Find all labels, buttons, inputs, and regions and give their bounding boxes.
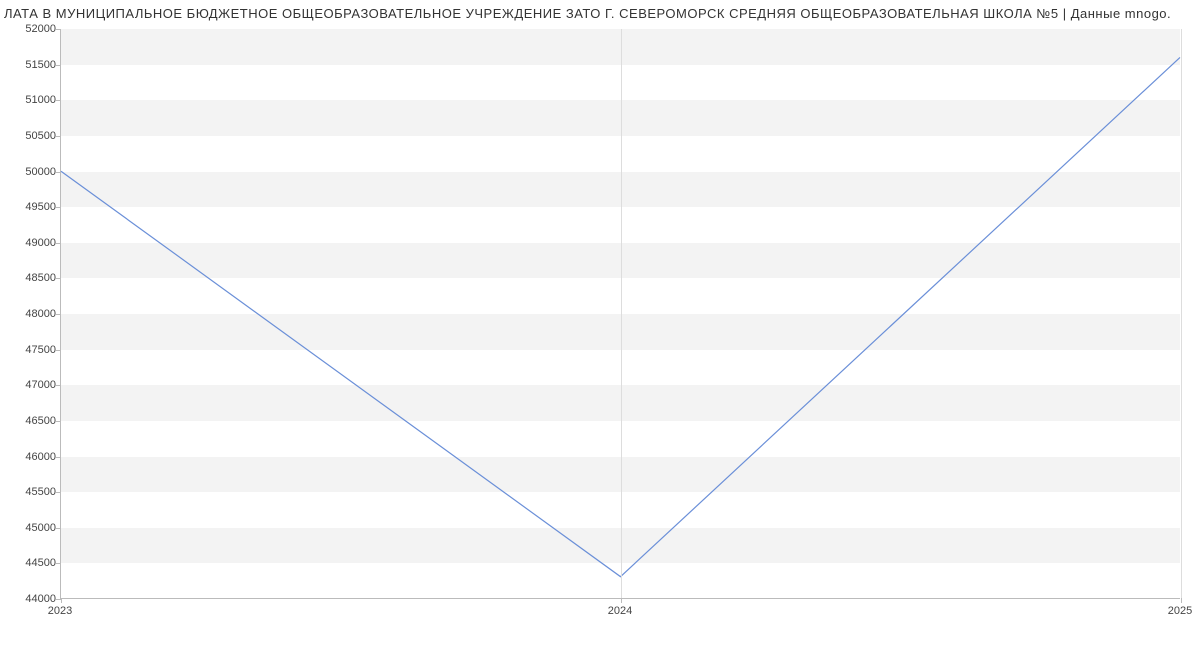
y-axis-tick-mark — [56, 385, 61, 386]
y-axis-tick-label: 47500 — [16, 344, 56, 356]
y-axis-tick-label: 51000 — [16, 94, 56, 106]
y-axis-tick-label: 44000 — [16, 593, 56, 605]
y-axis-tick-label: 50500 — [16, 130, 56, 142]
y-axis-tick-mark — [56, 278, 61, 279]
chart-container: 44000 44500 45000 45500 46000 46500 47000 47500… — [10, 29, 1190, 629]
y-axis-tick-mark — [56, 29, 61, 30]
x-axis-tick-mark — [621, 598, 622, 603]
y-axis-tick-label: 50000 — [16, 166, 56, 178]
y-axis-tick-mark — [56, 457, 61, 458]
y-axis-tick-mark — [56, 528, 61, 529]
y-axis-tick-mark — [56, 350, 61, 351]
y-axis-tick-mark — [56, 563, 61, 564]
y-axis-tick-label: 47000 — [16, 379, 56, 391]
y-axis-tick-mark — [56, 421, 61, 422]
y-axis-tick-label: 45000 — [16, 522, 56, 534]
chart-title: ЛАТА В МУНИЦИПАЛЬНОЕ БЮДЖЕТНОЕ ОБЩЕОБРАЗ… — [0, 0, 1200, 21]
plot-area — [60, 29, 1180, 599]
y-axis-tick-mark — [56, 100, 61, 101]
y-axis-tick-label: 44500 — [16, 557, 56, 569]
y-axis-tick-label: 49500 — [16, 201, 56, 213]
y-axis-tick-label: 45500 — [16, 486, 56, 498]
y-axis-tick-mark — [56, 492, 61, 493]
y-axis-tick-label: 51500 — [16, 59, 56, 71]
y-axis-tick-mark — [56, 207, 61, 208]
y-axis-tick-label: 52000 — [16, 23, 56, 35]
y-axis-tick-label: 49000 — [16, 237, 56, 249]
grid-line-vertical — [1181, 29, 1182, 598]
y-axis-tick-mark — [56, 136, 61, 137]
x-axis-tick-label: 2023 — [48, 605, 72, 617]
y-axis-tick-label: 46500 — [16, 415, 56, 427]
grid-line-vertical — [621, 29, 622, 598]
y-axis-tick-mark — [56, 172, 61, 173]
x-axis-tick-label: 2025 — [1168, 605, 1192, 617]
y-axis-tick-mark — [56, 314, 61, 315]
y-axis-tick-label: 48000 — [16, 308, 56, 320]
x-axis-tick-mark — [1181, 598, 1182, 603]
y-axis-tick-mark — [56, 243, 61, 244]
y-axis-tick-label: 46000 — [16, 451, 56, 463]
y-axis-tick-label: 48500 — [16, 272, 56, 284]
y-axis-tick-mark — [56, 65, 61, 66]
x-axis-tick-label: 2024 — [608, 605, 632, 617]
x-axis-tick-mark — [61, 598, 62, 603]
